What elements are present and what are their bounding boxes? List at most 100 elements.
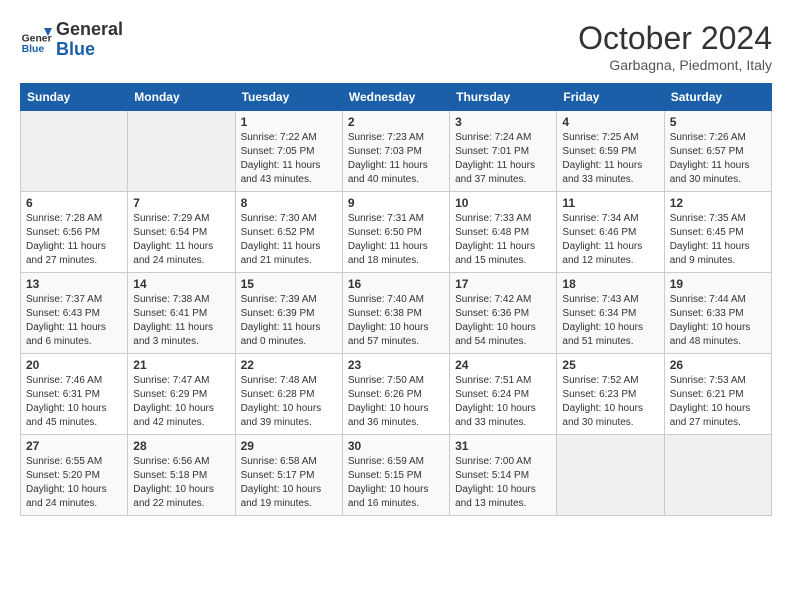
day-number: 13 [26,277,122,291]
week-row-2: 6 Sunrise: 7:28 AMSunset: 6:56 PMDayligh… [21,192,772,273]
day-number: 10 [455,196,551,210]
day-cell: 1 Sunrise: 7:22 AMSunset: 7:05 PMDayligh… [235,111,342,192]
col-header-saturday: Saturday [664,84,771,111]
day-cell: 27 Sunrise: 6:55 AMSunset: 5:20 PMDaylig… [21,435,128,516]
day-number: 27 [26,439,122,453]
day-detail: Sunrise: 7:53 AMSunset: 6:21 PMDaylight:… [670,374,766,430]
day-detail: Sunrise: 7:50 AMSunset: 6:26 PMDaylight:… [348,374,444,430]
day-cell: 23 Sunrise: 7:50 AMSunset: 6:26 PMDaylig… [342,354,449,435]
calendar-table: SundayMondayTuesdayWednesdayThursdayFrid… [20,83,772,516]
day-detail: Sunrise: 6:58 AMSunset: 5:17 PMDaylight:… [241,455,337,511]
day-cell: 10 Sunrise: 7:33 AMSunset: 6:48 PMDaylig… [450,192,557,273]
day-cell: 19 Sunrise: 7:44 AMSunset: 6:33 PMDaylig… [664,273,771,354]
day-number: 30 [348,439,444,453]
day-cell: 2 Sunrise: 7:23 AMSunset: 7:03 PMDayligh… [342,111,449,192]
day-detail: Sunrise: 7:23 AMSunset: 7:03 PMDaylight:… [348,131,444,187]
day-cell: 3 Sunrise: 7:24 AMSunset: 7:01 PMDayligh… [450,111,557,192]
day-number: 4 [562,115,658,129]
header-row: SundayMondayTuesdayWednesdayThursdayFrid… [21,84,772,111]
day-cell: 5 Sunrise: 7:26 AMSunset: 6:57 PMDayligh… [664,111,771,192]
col-header-wednesday: Wednesday [342,84,449,111]
col-header-monday: Monday [128,84,235,111]
svg-text:General: General [22,33,52,44]
day-detail: Sunrise: 7:24 AMSunset: 7:01 PMDaylight:… [455,131,551,187]
day-cell: 29 Sunrise: 6:58 AMSunset: 5:17 PMDaylig… [235,435,342,516]
day-number: 18 [562,277,658,291]
day-detail: Sunrise: 7:43 AMSunset: 6:34 PMDaylight:… [562,293,658,349]
page-header: General Blue General Blue October 2024 G… [20,20,772,73]
day-detail: Sunrise: 6:59 AMSunset: 5:15 PMDaylight:… [348,455,444,511]
week-row-5: 27 Sunrise: 6:55 AMSunset: 5:20 PMDaylig… [21,435,772,516]
day-number: 1 [241,115,337,129]
day-detail: Sunrise: 7:39 AMSunset: 6:39 PMDaylight:… [241,293,337,349]
day-cell [557,435,664,516]
day-detail: Sunrise: 7:26 AMSunset: 6:57 PMDaylight:… [670,131,766,187]
day-detail: Sunrise: 7:47 AMSunset: 6:29 PMDaylight:… [133,374,229,430]
day-cell: 18 Sunrise: 7:43 AMSunset: 6:34 PMDaylig… [557,273,664,354]
day-cell: 9 Sunrise: 7:31 AMSunset: 6:50 PMDayligh… [342,192,449,273]
day-cell: 20 Sunrise: 7:46 AMSunset: 6:31 PMDaylig… [21,354,128,435]
col-header-friday: Friday [557,84,664,111]
day-detail: Sunrise: 7:00 AMSunset: 5:14 PMDaylight:… [455,455,551,511]
day-cell: 8 Sunrise: 7:30 AMSunset: 6:52 PMDayligh… [235,192,342,273]
day-cell: 14 Sunrise: 7:38 AMSunset: 6:41 PMDaylig… [128,273,235,354]
week-row-4: 20 Sunrise: 7:46 AMSunset: 6:31 PMDaylig… [21,354,772,435]
day-number: 16 [348,277,444,291]
day-number: 12 [670,196,766,210]
day-number: 24 [455,358,551,372]
day-number: 28 [133,439,229,453]
day-cell: 24 Sunrise: 7:51 AMSunset: 6:24 PMDaylig… [450,354,557,435]
day-cell: 28 Sunrise: 6:56 AMSunset: 5:18 PMDaylig… [128,435,235,516]
day-number: 7 [133,196,229,210]
day-number: 3 [455,115,551,129]
day-cell: 25 Sunrise: 7:52 AMSunset: 6:23 PMDaylig… [557,354,664,435]
day-number: 8 [241,196,337,210]
day-detail: Sunrise: 7:51 AMSunset: 6:24 PMDaylight:… [455,374,551,430]
day-detail: Sunrise: 7:46 AMSunset: 6:31 PMDaylight:… [26,374,122,430]
col-header-thursday: Thursday [450,84,557,111]
day-cell: 31 Sunrise: 7:00 AMSunset: 5:14 PMDaylig… [450,435,557,516]
day-number: 21 [133,358,229,372]
day-cell: 11 Sunrise: 7:34 AMSunset: 6:46 PMDaylig… [557,192,664,273]
day-number: 14 [133,277,229,291]
day-detail: Sunrise: 7:33 AMSunset: 6:48 PMDaylight:… [455,212,551,268]
day-number: 25 [562,358,658,372]
logo-line1: General [56,20,123,40]
day-cell: 15 Sunrise: 7:39 AMSunset: 6:39 PMDaylig… [235,273,342,354]
day-detail: Sunrise: 7:44 AMSunset: 6:33 PMDaylight:… [670,293,766,349]
day-number: 26 [670,358,766,372]
day-detail: Sunrise: 6:56 AMSunset: 5:18 PMDaylight:… [133,455,229,511]
day-cell: 6 Sunrise: 7:28 AMSunset: 6:56 PMDayligh… [21,192,128,273]
day-number: 2 [348,115,444,129]
day-detail: Sunrise: 7:29 AMSunset: 6:54 PMDaylight:… [133,212,229,268]
day-number: 6 [26,196,122,210]
day-detail: Sunrise: 7:31 AMSunset: 6:50 PMDaylight:… [348,212,444,268]
day-number: 22 [241,358,337,372]
day-number: 29 [241,439,337,453]
logo: General Blue General Blue [20,20,123,60]
day-detail: Sunrise: 7:22 AMSunset: 7:05 PMDaylight:… [241,131,337,187]
day-cell: 4 Sunrise: 7:25 AMSunset: 6:59 PMDayligh… [557,111,664,192]
day-detail: Sunrise: 7:38 AMSunset: 6:41 PMDaylight:… [133,293,229,349]
day-cell [664,435,771,516]
day-cell: 22 Sunrise: 7:48 AMSunset: 6:28 PMDaylig… [235,354,342,435]
day-detail: Sunrise: 7:48 AMSunset: 6:28 PMDaylight:… [241,374,337,430]
col-header-tuesday: Tuesday [235,84,342,111]
logo-text: General Blue [56,20,123,60]
logo-line2: Blue [56,40,123,60]
week-row-1: 1 Sunrise: 7:22 AMSunset: 7:05 PMDayligh… [21,111,772,192]
col-header-sunday: Sunday [21,84,128,111]
day-cell: 16 Sunrise: 7:40 AMSunset: 6:38 PMDaylig… [342,273,449,354]
day-detail: Sunrise: 7:52 AMSunset: 6:23 PMDaylight:… [562,374,658,430]
day-detail: Sunrise: 7:37 AMSunset: 6:43 PMDaylight:… [26,293,122,349]
day-detail: Sunrise: 7:30 AMSunset: 6:52 PMDaylight:… [241,212,337,268]
day-detail: Sunrise: 7:34 AMSunset: 6:46 PMDaylight:… [562,212,658,268]
day-cell: 30 Sunrise: 6:59 AMSunset: 5:15 PMDaylig… [342,435,449,516]
svg-text:Blue: Blue [22,44,45,55]
day-cell: 17 Sunrise: 7:42 AMSunset: 6:36 PMDaylig… [450,273,557,354]
day-number: 15 [241,277,337,291]
week-row-3: 13 Sunrise: 7:37 AMSunset: 6:43 PMDaylig… [21,273,772,354]
day-cell [128,111,235,192]
day-number: 11 [562,196,658,210]
day-cell: 21 Sunrise: 7:47 AMSunset: 6:29 PMDaylig… [128,354,235,435]
